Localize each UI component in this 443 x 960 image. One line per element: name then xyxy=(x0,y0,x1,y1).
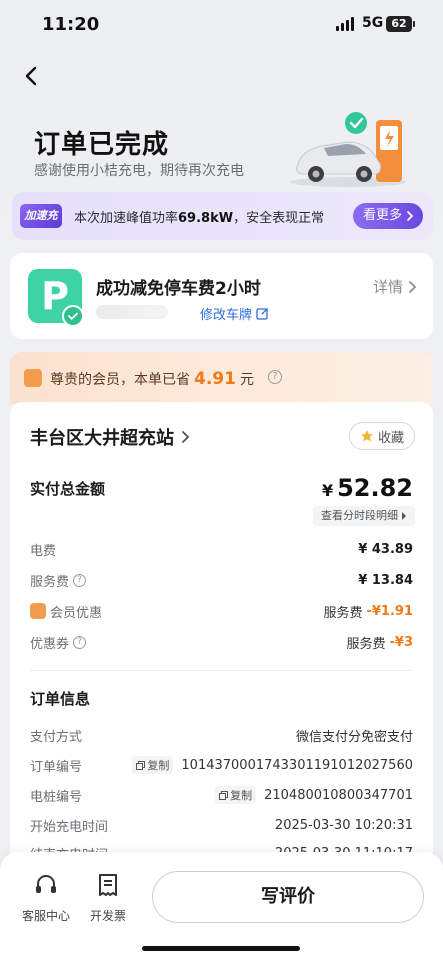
car-charger-illustration xyxy=(290,112,406,187)
paid-total-label: 实付总金额 xyxy=(30,480,106,498)
order-detail-card: 丰台区大井超充站 收藏 实付总金额 ¥52.82 查看分时段明细 电费 ¥ 43… xyxy=(10,402,433,872)
customer-service-button[interactable]: 客服中心 xyxy=(16,872,76,924)
help-icon[interactable]: ? xyxy=(73,573,87,587)
chevron-right-icon xyxy=(182,431,190,443)
invoice-label: 开发票 xyxy=(89,909,126,923)
favorite-button[interactable]: 收藏 xyxy=(348,422,415,450)
discount-prefix: 服务费 xyxy=(323,605,363,621)
copy-order-number-button[interactable]: 复制 xyxy=(132,756,174,774)
see-more-button[interactable]: 看更多 xyxy=(352,203,423,229)
fee-value: ¥ 43.89 xyxy=(358,541,413,557)
status-bar: 11:20 5G 62 xyxy=(0,0,443,50)
speed-charge-banner: 加速充 本次加速峰值功率69.8kW，安全表现正常 看更多 xyxy=(12,192,433,240)
currency-symbol: ¥ xyxy=(321,481,334,500)
time-period-detail-label: 查看分时段明细 xyxy=(321,509,398,522)
info-row-start-time: 开始充电时间 2025-03-30 10:20:31 xyxy=(30,814,413,836)
info-label: 电桩编号 xyxy=(30,789,83,805)
copy-label: 复制 xyxy=(147,759,170,772)
back-button[interactable] xyxy=(18,62,46,90)
peak-power-value: 69.8kW xyxy=(178,211,234,226)
chevron-right-icon xyxy=(409,280,417,293)
discount-prefix: 服务费 xyxy=(346,636,386,652)
battery-icon: 62 xyxy=(386,16,415,32)
fee-row-coupon: 优惠券 ? 服务费 -¥3 xyxy=(30,631,413,653)
chevron-left-icon xyxy=(25,66,37,86)
check-icon xyxy=(62,305,84,327)
fee-label: 优惠券 xyxy=(30,636,70,652)
fee-value: ¥ 13.84 xyxy=(358,572,413,588)
copy-icon xyxy=(219,790,229,800)
speed-text-prefix: 本次加速峰值功率 xyxy=(74,211,179,226)
copy-label: 复制 xyxy=(230,789,253,802)
page-title: 订单已完成 xyxy=(34,130,170,160)
paid-amount-value: 52.82 xyxy=(337,474,413,502)
info-label: 订单编号 xyxy=(30,759,83,775)
station-name: 丰台区大井超充站 xyxy=(30,428,174,449)
station-name-link[interactable]: 丰台区大井超充站 xyxy=(30,424,190,450)
member-saved-amount: 4.91 xyxy=(194,369,236,389)
write-review-button[interactable]: 写评价 xyxy=(152,871,424,923)
paid-total-amount: ¥52.82 xyxy=(322,474,413,502)
copy-icon xyxy=(136,760,146,770)
discount-value: -¥1.91 xyxy=(366,603,413,619)
parking-title: 成功减免停车费2小时 xyxy=(96,279,261,299)
status-time: 11:20 xyxy=(42,14,100,35)
modify-plate-label: 修改车牌 xyxy=(200,308,253,323)
member-saved-unit: 元 xyxy=(239,372,254,388)
speed-charge-text: 本次加速峰值功率69.8kW，安全表现正常 xyxy=(74,207,324,226)
member-text-prefix: 尊贵的会员，本单已省 xyxy=(50,372,190,388)
parking-detail-link[interactable]: 详情 xyxy=(373,276,417,297)
time-period-detail-link[interactable]: 查看分时段明细 xyxy=(313,506,415,526)
fee-label: 会员优惠 xyxy=(50,605,103,621)
network-type: 5G xyxy=(362,15,384,31)
fee-row-service: 服务费 ? ¥ 13.84 xyxy=(30,569,413,591)
info-value: 微信支付分免密支付 xyxy=(295,729,413,745)
invoice-button[interactable]: 开发票 xyxy=(78,872,138,924)
info-value: 210480010800347701 xyxy=(264,787,413,803)
member-icon xyxy=(30,603,46,619)
see-more-label: 看更多 xyxy=(362,208,402,223)
signal-icon xyxy=(336,17,354,31)
member-savings-bar: 尊贵的会员，本单已省 4.91 元 ? xyxy=(10,352,433,404)
info-row-order-number: 订单编号 复制 1014370001743301191012027560 xyxy=(30,754,413,776)
info-label: 支付方式 xyxy=(30,729,83,745)
customer-service-label: 客服中心 xyxy=(21,909,70,923)
license-plate-redacted xyxy=(96,305,168,319)
help-icon[interactable]: ? xyxy=(73,635,87,649)
info-row-payment-method: 支付方式 微信支付分免密支付 xyxy=(30,724,413,746)
info-value: 1014370001743301191012027560 xyxy=(181,757,413,773)
home-indicator xyxy=(142,946,300,951)
chevron-right-icon xyxy=(407,211,414,221)
star-icon xyxy=(360,430,373,442)
divider xyxy=(30,670,413,671)
info-label: 开始充电时间 xyxy=(30,819,109,835)
bottom-action-bar: 客服中心 开发票 写评价 xyxy=(0,852,443,960)
headset-icon xyxy=(36,875,56,893)
parking-detail-label: 详情 xyxy=(372,278,403,296)
invoice-icon xyxy=(99,874,117,896)
favorite-label: 收藏 xyxy=(377,430,404,446)
modify-plate-link[interactable]: 修改车牌 xyxy=(200,304,269,323)
fee-row-electricity: 电费 ¥ 43.89 xyxy=(30,538,413,560)
speed-charge-badge: 加速充 xyxy=(20,204,62,228)
parking-discount-card: P 成功减免停车费2小时 修改车牌 详情 xyxy=(10,253,433,339)
member-savings-text: 尊贵的会员，本单已省 4.91 元 xyxy=(50,369,254,389)
edit-icon xyxy=(256,308,268,320)
page-subtitle: 感谢使用小桔充电，期待再次充电 xyxy=(34,163,244,179)
fee-label: 服务费 xyxy=(30,574,70,590)
speed-text-suffix: ，安全表现正常 xyxy=(233,211,325,226)
info-value: 2025-03-30 10:20:31 xyxy=(274,817,413,833)
order-info-title: 订单信息 xyxy=(30,690,91,708)
fee-row-member-discount: 会员优惠 服务费 -¥1.91 xyxy=(30,600,413,622)
fee-label: 电费 xyxy=(30,543,57,559)
discount-value: -¥3 xyxy=(389,634,414,650)
copy-pile-number-button[interactable]: 复制 xyxy=(215,786,257,804)
info-row-pile-number: 电桩编号 复制 210480010800347701 xyxy=(30,784,413,806)
caret-right-icon xyxy=(402,512,406,520)
help-icon[interactable]: ? xyxy=(268,370,282,384)
member-icon xyxy=(24,369,42,387)
